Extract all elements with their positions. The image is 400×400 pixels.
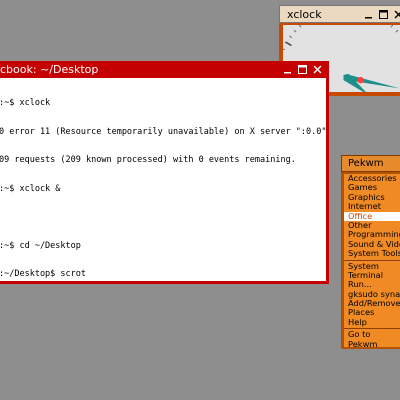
clock-center-marker (357, 76, 364, 84)
terminal-line: 0 error 11 (Resource temporarily unavail… (0, 126, 326, 137)
menu-item-run[interactable]: Run... (344, 280, 400, 289)
menu-separator (344, 328, 400, 330)
terminal-line: :~/Desktop$ scrot (0, 269, 86, 279)
terminal-titlebar[interactable]: cbook: ~/Desktop (0, 61, 329, 77)
menu-title: Pekwm (341, 155, 400, 172)
terminal-output[interactable]: :~$ xclock 0 error 11 (Resource temporar… (0, 78, 326, 281)
menu-item-games[interactable]: Games (344, 183, 400, 192)
menu-item-other[interactable]: Other (344, 221, 400, 230)
menu-item-accessories[interactable]: Accessories (344, 174, 400, 183)
maximize-icon[interactable] (296, 63, 308, 75)
clock-tick (390, 24, 394, 28)
menu-item-system-tools[interactable]: System Tools (344, 249, 400, 258)
menu-item-terminal[interactable]: Terminal (344, 271, 400, 280)
terminal-line: 09 requests (209 known processed) with 0… (0, 155, 296, 165)
clock-tick (298, 24, 302, 28)
terminal-line: :~$ xclock & (0, 183, 61, 194)
menu-item-go-to[interactable]: Go to (344, 330, 400, 339)
menu-item-system[interactable]: System (344, 262, 400, 271)
xclock-titlebar[interactable]: xclock (279, 5, 400, 23)
minimize-icon[interactable] (362, 8, 374, 20)
close-icon[interactable] (392, 8, 400, 20)
clock-tick (281, 48, 285, 51)
terminal-line: :~$ xclock (0, 98, 51, 108)
maximize-icon[interactable] (377, 8, 389, 20)
clock-tick (289, 35, 293, 38)
terminal-title: cbook: ~/Desktop (0, 62, 99, 76)
menu-item-pekwm[interactable]: Pekwm (344, 340, 400, 349)
menu-items: Accessories Games Graphics Internet Offi… (344, 174, 400, 349)
menu-item-places[interactable]: Places (344, 308, 400, 317)
minimize-icon[interactable] (281, 63, 293, 75)
menu-separator (344, 259, 400, 261)
clock-tick (395, 29, 399, 33)
menu-title-text: Pekwm (348, 158, 384, 169)
menu-item-add-remove[interactable]: Add/Remove (344, 299, 400, 308)
terminal-window[interactable]: cbook: ~/Desktop :~$ xclock 0 error 11 (… (0, 61, 329, 284)
pekwm-menu[interactable]: Pekwm Accessories Games Graphics Interne… (341, 155, 400, 349)
xclock-title: xclock (287, 7, 322, 21)
menu-item-help[interactable]: Help (344, 318, 400, 327)
menu-item-programming[interactable]: Programming (344, 230, 400, 239)
menu-item-office[interactable]: Office (344, 211, 400, 221)
menu-item-sound-video[interactable]: Sound & Video (344, 240, 400, 249)
menu-item-graphics[interactable]: Graphics (344, 193, 400, 202)
terminal-line: :~$ cd ~/Desktop (0, 240, 81, 251)
menu-item-internet[interactable]: Internet (344, 202, 400, 211)
clock-tick (284, 41, 292, 47)
close-icon[interactable] (311, 63, 323, 75)
clock-tick (293, 29, 297, 33)
menu-item-gksudo-synaptic[interactable]: gksudo synaptic (344, 290, 400, 299)
